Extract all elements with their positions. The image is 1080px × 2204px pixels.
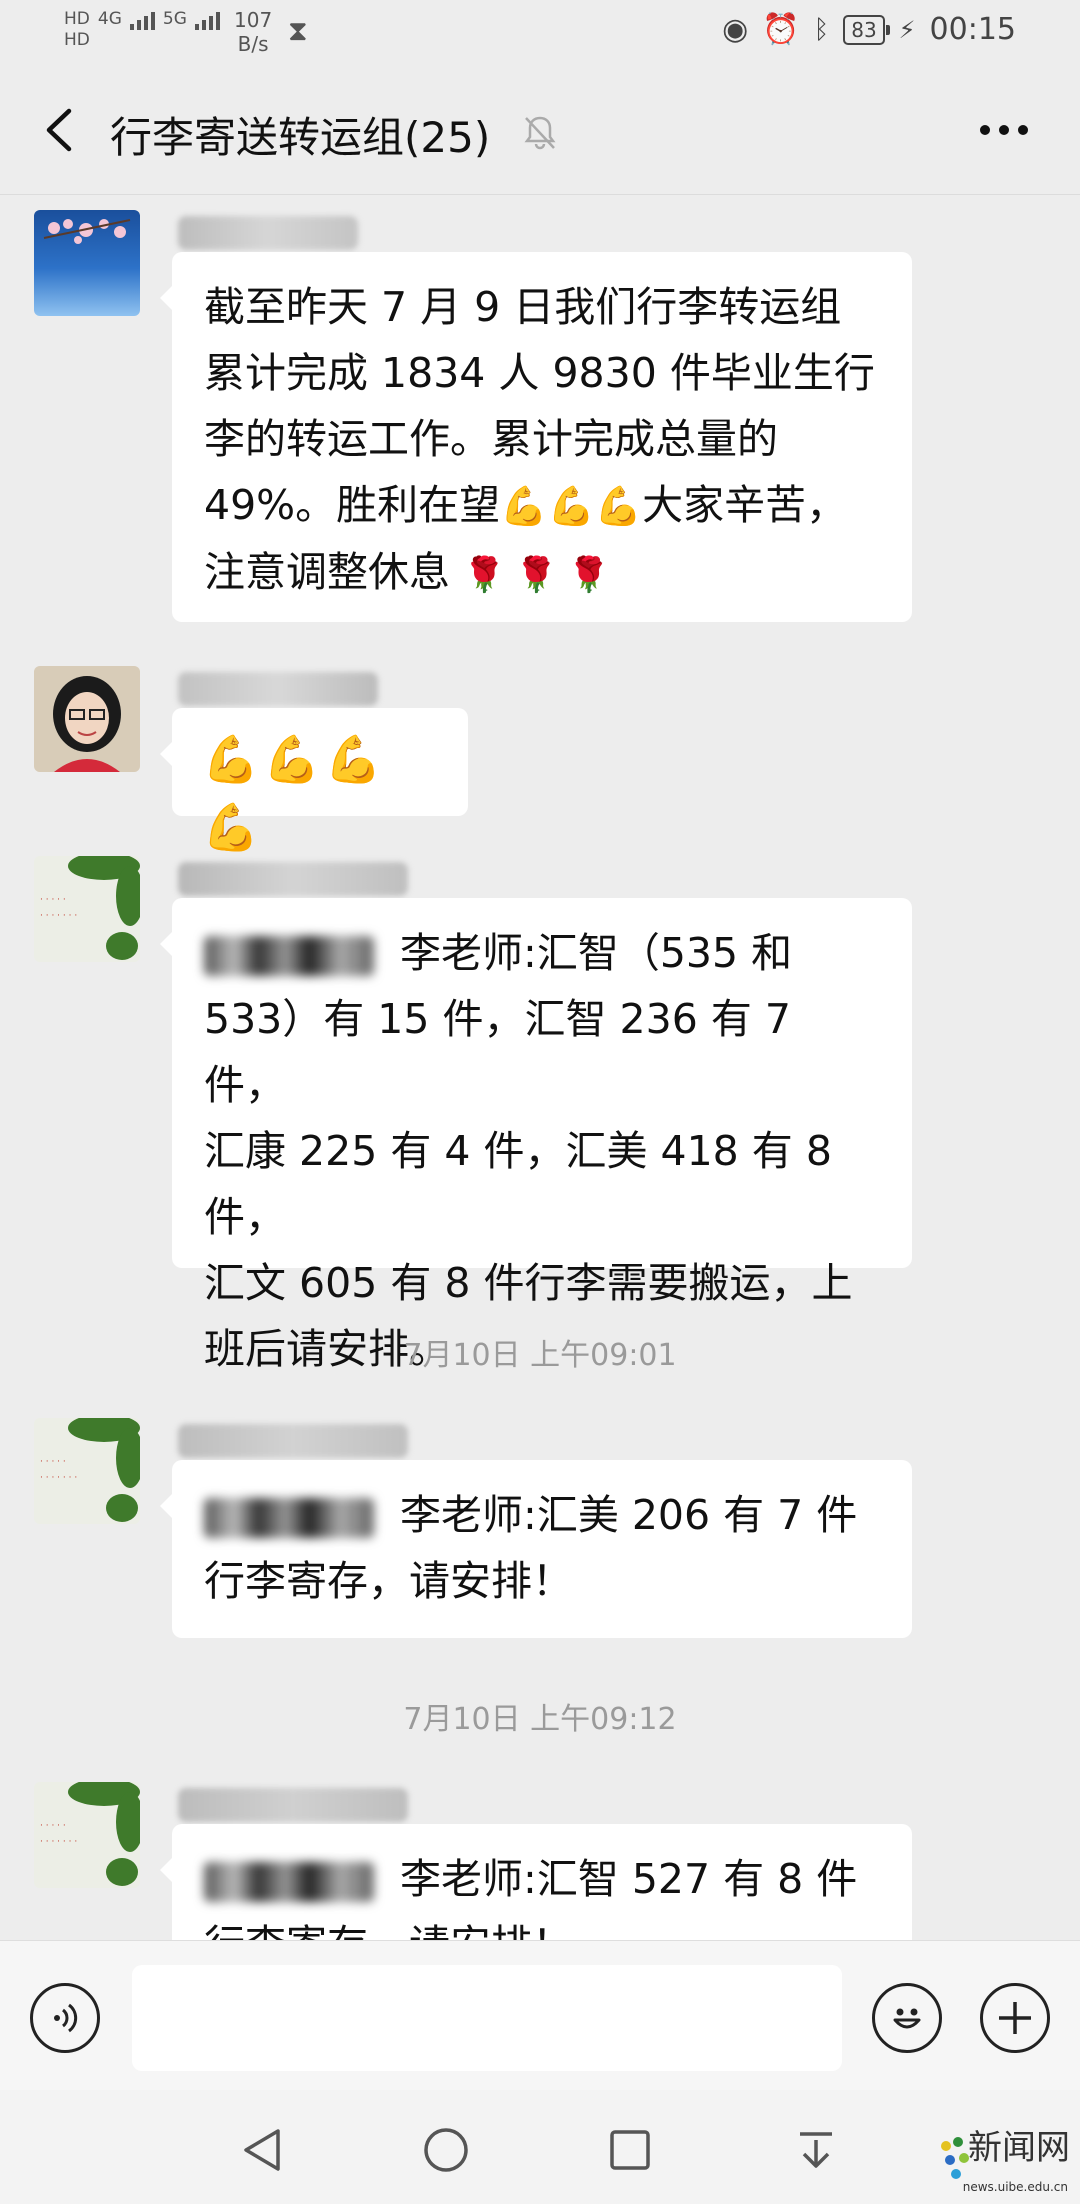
muted-bell-icon bbox=[520, 112, 560, 152]
chevron-left-icon bbox=[46, 108, 72, 152]
avatar[interactable]: · · · · · · · · · · · · bbox=[34, 856, 140, 962]
mention-blurred bbox=[204, 1498, 374, 1538]
svg-text:· · · · ·: · · · · · bbox=[40, 1457, 66, 1467]
signal-icon bbox=[129, 8, 155, 30]
message-bubble[interactable]: 💪💪💪💪 bbox=[160, 708, 468, 854]
network-label-2: 5G bbox=[162, 9, 187, 29]
plus-icon bbox=[999, 2002, 1031, 2034]
site-watermark: 新闻网 news.uibe.edu.cn bbox=[936, 2112, 1076, 2202]
square-recents-icon bbox=[610, 2130, 650, 2170]
net-speed-unit: B/s bbox=[237, 32, 269, 56]
message-text-line: 汇文 605 有 8 件行李需要搬运，上 bbox=[204, 1259, 853, 1307]
more-functions-button[interactable] bbox=[980, 1983, 1050, 2053]
sender-name-blurred bbox=[178, 862, 408, 896]
message-text-line: 截至昨天 7 月 9 日我们行李转运组 bbox=[204, 283, 842, 331]
svg-text:· · · · · · ·: · · · · · · · bbox=[40, 1837, 77, 1847]
svg-text:· · · · · · ·: · · · · · · · bbox=[40, 911, 77, 921]
avatar[interactable]: · · · · · · · · · · · · bbox=[34, 1418, 140, 1524]
hd-badge: HD bbox=[64, 9, 90, 29]
clock: 00:15 bbox=[929, 12, 1016, 47]
more-options-button[interactable] bbox=[972, 110, 1036, 150]
alarm-icon: ⏰ bbox=[762, 12, 800, 47]
message-text-line: 累计完成 1834 人 9830 件毕业生行 bbox=[204, 349, 875, 397]
flexed-biceps-emoji: 💪💪💪💪 bbox=[202, 732, 386, 854]
sender-name-blurred bbox=[178, 1424, 408, 1458]
message-text-line: 李老师:汇美 206 有 7 件 bbox=[204, 1482, 880, 1548]
more-dots-icon bbox=[980, 125, 1028, 135]
watermark-url: news.uibe.edu.cn bbox=[962, 2180, 1068, 2194]
mention-blurred bbox=[204, 1862, 374, 1902]
message-list[interactable]: 截至昨天 7 月 9 日我们行李转运组 累计完成 1834 人 9830 件毕业… bbox=[0, 194, 1080, 1940]
status-bar: HD 4G 5G HD 107 B/s ⧗ ◉ ⏰ ᛒ 83 ⚡ 00:15 bbox=[0, 0, 1080, 66]
avatar[interactable]: · · · · · · · · · · · · bbox=[34, 1782, 140, 1888]
sender-name-blurred bbox=[178, 216, 358, 250]
network-label: 4G bbox=[97, 9, 122, 29]
message-text-line: 李的转运工作。累计完成总量的 bbox=[204, 415, 778, 463]
back-button[interactable] bbox=[30, 102, 86, 158]
pull-down-icon bbox=[800, 2132, 832, 2168]
message-text-line: 49%。胜利在望💪💪💪大家辛苦， bbox=[204, 472, 880, 539]
message-bubble[interactable]: 李老师:汇智 527 有 8 件 行李寄存，请安排！ bbox=[160, 1824, 912, 1940]
watermark-name: 新闻网 bbox=[968, 2128, 1070, 2168]
input-bar bbox=[0, 1940, 1080, 2091]
eye-icon: ◉ bbox=[722, 12, 749, 47]
message-text: 注意调整休息 bbox=[204, 548, 450, 596]
message-text-line: 注意调整休息 🌹🌹🌹 bbox=[204, 539, 880, 608]
voice-icon bbox=[54, 2003, 78, 2033]
message-text: 李老师:汇美 206 有 7 件 bbox=[400, 1491, 858, 1539]
bluetooth-icon: ᛒ bbox=[813, 14, 830, 45]
battery-icon: 83 bbox=[843, 14, 891, 45]
nav-home-button[interactable] bbox=[416, 2120, 476, 2180]
message-text-line: 李老师:汇智（535 和 bbox=[204, 920, 880, 986]
circle-home-icon bbox=[424, 2128, 468, 2172]
message-bubble[interactable]: 截至昨天 7 月 9 日我们行李转运组 累计完成 1834 人 9830 件毕业… bbox=[160, 252, 912, 622]
system-nav-bar: 新闻网 news.uibe.edu.cn bbox=[0, 2090, 1080, 2204]
sender-name-blurred bbox=[178, 1788, 408, 1822]
hd-badge-2: HD bbox=[64, 30, 90, 50]
message-text-line: 行李寄存，请安排！ bbox=[204, 1912, 880, 1940]
rose-emoji: 🌹🌹🌹 bbox=[463, 555, 621, 595]
avatar[interactable] bbox=[34, 666, 140, 772]
message-bubble[interactable]: 李老师:汇美 206 有 7 件 行李寄存，请安排！ bbox=[160, 1460, 912, 1638]
message-text-line: 行李寄存，请安排！ bbox=[204, 1557, 573, 1605]
emoji-button[interactable] bbox=[872, 1983, 942, 2053]
message-text-line: 汇康 225 有 4 件，汇美 418 有 8 件， bbox=[204, 1127, 832, 1241]
mention-blurred bbox=[204, 936, 374, 976]
svg-text:· · · · ·: · · · · · bbox=[40, 1821, 66, 1831]
nav-recents-button[interactable] bbox=[600, 2120, 660, 2180]
message-text: 大家辛苦， bbox=[642, 481, 848, 529]
net-speed: 107 B/s bbox=[234, 8, 272, 56]
message-text: 李老师:汇智（535 和 bbox=[400, 929, 793, 977]
net-speed-value: 107 bbox=[234, 8, 273, 32]
nav-notification-button[interactable] bbox=[786, 2120, 846, 2180]
charging-icon: ⚡ bbox=[898, 15, 916, 44]
message-bubble[interactable]: 李老师:汇智（535 和 533）有 15 件，汇智 236 有 7 件， 汇康… bbox=[160, 898, 912, 1373]
signal-icon-2 bbox=[194, 8, 220, 30]
message-text-line: 533）有 15 件，汇智 236 有 7 件， bbox=[204, 995, 791, 1109]
signal-indicators: HD 4G 5G HD bbox=[64, 8, 220, 50]
hourglass-icon: ⧗ bbox=[288, 14, 308, 47]
flexed-biceps-emoji: 💪💪💪 bbox=[500, 484, 643, 528]
message-input[interactable] bbox=[132, 1965, 842, 2071]
chat-header: 行李寄送转运组(25) bbox=[0, 66, 1080, 195]
chat-title: 行李寄送转运组(25) bbox=[110, 113, 491, 162]
sender-name-blurred bbox=[178, 672, 378, 706]
timestamp: 7月10日 上午09:01 bbox=[403, 1338, 677, 1373]
svg-text:· · · · ·: · · · · · bbox=[40, 895, 66, 905]
status-right: ◉ ⏰ ᛒ 83 ⚡ 00:15 bbox=[722, 12, 1016, 47]
nav-back-button[interactable] bbox=[232, 2120, 292, 2180]
timestamp: 7月10日 上午09:12 bbox=[403, 1702, 677, 1737]
message-text: 李老师:汇智 527 有 8 件 bbox=[400, 1855, 858, 1903]
message-text-line: 李老师:汇智 527 有 8 件 bbox=[204, 1846, 880, 1912]
avatar[interactable] bbox=[34, 210, 140, 316]
smiley-icon bbox=[893, 2008, 921, 2029]
message-text: 49%。胜利在望 bbox=[204, 481, 501, 529]
triangle-back-icon bbox=[244, 2129, 280, 2171]
voice-button[interactable] bbox=[30, 1983, 100, 2053]
svg-text:· · · · · · ·: · · · · · · · bbox=[40, 1473, 77, 1483]
